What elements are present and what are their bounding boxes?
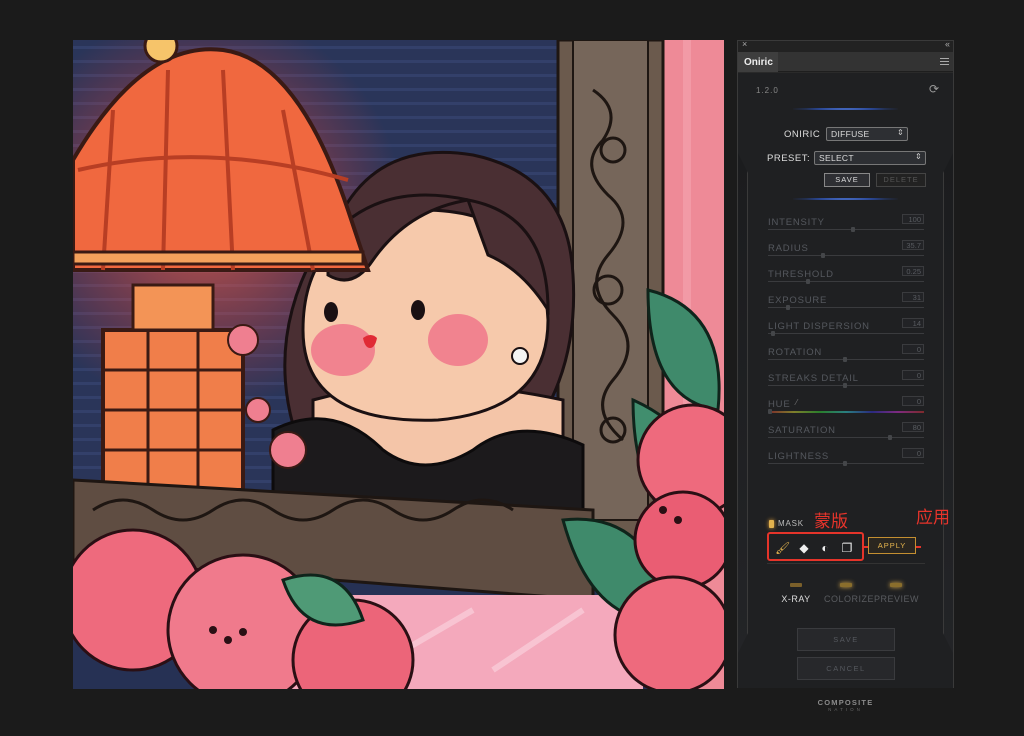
- glow-divider-top: [793, 108, 898, 110]
- mask-tools: 🖌 ◆ ◐ ❐: [767, 532, 864, 561]
- oniric-label: ONIRIC: [784, 129, 821, 140]
- mode-toggle-x-ray[interactable]: [790, 583, 802, 587]
- slider-label: INTENSITY: [768, 217, 825, 228]
- slider-label: RADIUS: [768, 243, 809, 254]
- slider-track[interactable]: [768, 437, 924, 438]
- oniric-mode-value: DIFFUSE: [831, 129, 870, 139]
- contrast-icon[interactable]: ◐: [818, 541, 832, 555]
- eraser-icon[interactable]: ◆: [797, 541, 811, 555]
- brand-logo-sub: NATION: [828, 707, 863, 712]
- mask-toggle[interactable]: [769, 520, 774, 528]
- apply-button[interactable]: APPLY: [868, 537, 916, 554]
- slider-rotation[interactable]: ROTATION 0: [766, 343, 924, 367]
- slider-value-input[interactable]: 31: [902, 292, 924, 302]
- slider-knob[interactable]: [843, 461, 847, 466]
- artwork-illustration: [73, 40, 724, 689]
- slider-value-input[interactable]: 100: [902, 214, 924, 224]
- brand-logo: COMPOSITE: [817, 698, 874, 707]
- slider-streaks-detail[interactable]: STREAKS DETAIL 0: [766, 369, 924, 393]
- slider-knob[interactable]: [850, 227, 855, 232]
- save-preset-button[interactable]: SAVE: [824, 173, 870, 187]
- slider-hue[interactable]: HUE 0 ⁄: [766, 395, 924, 419]
- slider-label: SATURATION: [768, 425, 836, 436]
- slider-lightness[interactable]: LIGHTNESS 0: [766, 447, 924, 471]
- tab-oniric[interactable]: Oniric: [738, 52, 778, 72]
- slider-label: LIGHTNESS: [768, 451, 830, 462]
- slider-knob[interactable]: [768, 409, 772, 414]
- slider-label: ROTATION: [768, 347, 823, 358]
- panel-tab-row: Oniric: [738, 52, 953, 72]
- slider-track[interactable]: [768, 307, 924, 308]
- slider-value-input[interactable]: 14: [902, 318, 924, 328]
- slider-value-input[interactable]: 0: [902, 396, 924, 406]
- panel-frame-right: [943, 153, 953, 653]
- version-label: 1.2.0: [756, 86, 779, 95]
- artwork-canvas: [73, 40, 724, 689]
- slider-label: LIGHT DISPERSION: [768, 321, 870, 332]
- refresh-icon[interactable]: ⟳: [929, 83, 942, 96]
- slider-knob[interactable]: [771, 331, 775, 336]
- slider-track[interactable]: [768, 229, 924, 230]
- mask-label: MASK: [778, 519, 804, 528]
- slider-value-input[interactable]: 0.25: [902, 266, 924, 276]
- preset-select[interactable]: SELECT ⇕: [814, 151, 926, 165]
- slider-track[interactable]: [768, 255, 924, 256]
- save-button[interactable]: SAVE: [797, 628, 895, 651]
- slider-label: EXPOSURE: [768, 295, 828, 306]
- select-arrows-icon: ⇕: [914, 152, 922, 161]
- panel-title-bar: × ‹‹: [738, 39, 953, 52]
- oniric-mode-select[interactable]: DIFFUSE ⇕: [826, 127, 908, 141]
- mode-label-x-ray[interactable]: X-RAY: [774, 594, 818, 604]
- slider-value-input[interactable]: 80: [902, 422, 924, 432]
- apply-annotation: 应用: [916, 508, 950, 528]
- slider-knob[interactable]: [786, 305, 790, 310]
- panel-menu-icon[interactable]: [940, 58, 949, 65]
- mask-divider: [767, 563, 925, 564]
- brush-icon[interactable]: 🖌: [775, 541, 790, 555]
- delete-preset-button[interactable]: DELETE: [876, 173, 926, 187]
- slider-value-input[interactable]: 35.7: [902, 240, 924, 250]
- slider-value-input[interactable]: 0: [902, 448, 924, 458]
- mask-annotation: 蒙版: [814, 512, 848, 532]
- slider-knob[interactable]: [843, 357, 847, 362]
- oniric-panel: × ‹‹ Oniric 1.2.0 ⟳ ONIRIC DIFFUSE ⇕ PRE…: [737, 39, 954, 712]
- slider-intensity[interactable]: INTENSITY 100: [766, 213, 924, 237]
- close-icon[interactable]: ×: [742, 39, 747, 49]
- cancel-button[interactable]: CANCEL: [797, 657, 895, 680]
- slider-knob[interactable]: [820, 253, 825, 258]
- mode-label-preview[interactable]: PREVIEW: [874, 594, 919, 604]
- copy-mask-icon[interactable]: ❐: [840, 541, 854, 555]
- slider-exposure[interactable]: EXPOSURE 31: [766, 291, 924, 315]
- select-arrows-icon: ⇕: [896, 128, 904, 137]
- slider-knob[interactable]: [805, 279, 810, 284]
- slider-label: THRESHOLD: [768, 269, 834, 280]
- mode-toggle-colorize[interactable]: [840, 583, 852, 587]
- collapse-icon[interactable]: ‹‹: [945, 39, 950, 49]
- slider-knob[interactable]: [888, 435, 892, 440]
- slider-value-input[interactable]: 0: [902, 344, 924, 354]
- panel-frame-left: [738, 153, 748, 653]
- slider-track[interactable]: [768, 281, 924, 282]
- preset-label: PRESET:: [767, 153, 811, 164]
- slider-light-dispersion[interactable]: LIGHT DISPERSION 14: [766, 317, 924, 341]
- preset-value: SELECT: [819, 153, 854, 163]
- eyedropper-icon[interactable]: ⁄: [796, 398, 797, 407]
- glow-divider-mid: [793, 198, 898, 200]
- mode-label-colorize[interactable]: COLORIZE: [824, 594, 874, 604]
- panel-body: 1.2.0 ⟳ ONIRIC DIFFUSE ⇕ PRESET: SELECT …: [738, 73, 953, 712]
- slider-track[interactable]: [768, 411, 924, 413]
- slider-track[interactable]: [768, 333, 924, 334]
- slider-radius[interactable]: RADIUS 35.7: [766, 239, 924, 263]
- slider-value-input[interactable]: 0: [902, 370, 924, 380]
- mode-toggle-preview[interactable]: [890, 583, 902, 587]
- slider-saturation[interactable]: SATURATION 80: [766, 421, 924, 445]
- slider-knob[interactable]: [843, 383, 847, 388]
- slider-threshold[interactable]: THRESHOLD 0.25: [766, 265, 924, 289]
